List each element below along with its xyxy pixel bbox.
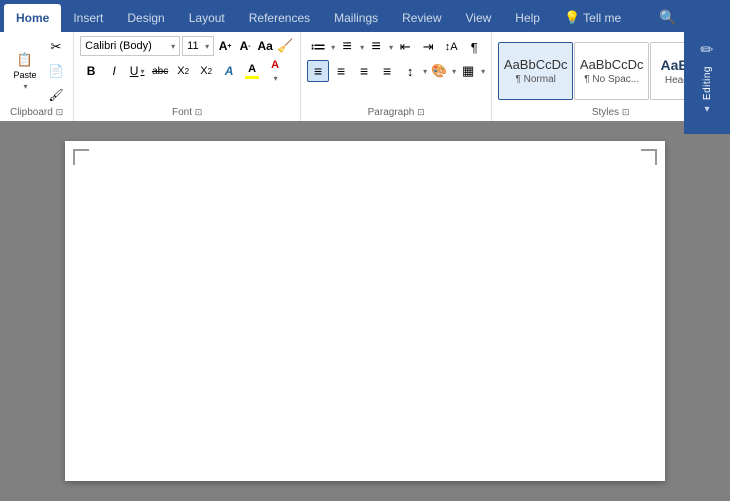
editing-mode-chevron-icon[interactable]: ▾ <box>704 104 709 115</box>
tab-insert[interactable]: Insert <box>61 4 115 32</box>
paragraph-group-label: Paragraph ⊡ <box>307 106 485 119</box>
font-name-dropdown-icon: ▾ <box>171 42 175 51</box>
justify-button[interactable]: ≡ <box>376 60 398 82</box>
tab-bar: Home Insert Design Layout References Mai… <box>0 0 730 32</box>
tab-layout[interactable]: Layout <box>177 4 237 32</box>
show-hide-button[interactable]: ¶ <box>463 36 485 58</box>
font-expand-icon[interactable]: ⊡ <box>195 107 203 117</box>
italic-button[interactable]: I <box>103 60 125 82</box>
numbering-dropdown-icon: ▾ <box>360 43 364 52</box>
style-no-spacing[interactable]: AaBbCcDc ¶ No Spac... <box>574 42 649 100</box>
search-button[interactable]: 🔍 <box>654 3 682 31</box>
document-area <box>0 121 730 501</box>
font-color-button[interactable]: A ▾ <box>264 60 286 82</box>
page-corner-top-right <box>641 149 657 165</box>
decrease-indent-button[interactable]: ⇤ <box>394 36 416 58</box>
editing-mode-panel: ✏ Editing ▾ <box>684 32 730 134</box>
tab-mailings[interactable]: Mailings <box>322 4 390 32</box>
tab-references[interactable]: References <box>237 4 322 32</box>
align-right-button[interactable]: ≡ <box>353 60 375 82</box>
clear-formatting-button[interactable]: 🧹 <box>276 36 294 56</box>
text-effects-button[interactable]: A <box>218 60 240 82</box>
strikethrough-button[interactable]: abc <box>149 60 171 82</box>
tab-help[interactable]: Help <box>503 4 552 32</box>
align-center-button[interactable]: ≡ <box>330 60 352 82</box>
decrease-font-size-button[interactable]: A- <box>236 36 254 56</box>
paste-icon: 📋 <box>17 52 33 68</box>
editing-mode-label: Editing <box>702 66 713 100</box>
bold-button[interactable]: B <box>80 60 102 82</box>
font-group-label: Font ⊡ <box>80 106 294 119</box>
increase-indent-button[interactable]: ⇥ <box>417 36 439 58</box>
underline-button[interactable]: U ▾ <box>126 60 148 82</box>
tab-home[interactable]: Home <box>4 4 61 32</box>
paragraph-expand-icon[interactable]: ⊡ <box>417 107 425 117</box>
line-spacing-dropdown-icon: ▾ <box>423 67 427 76</box>
align-left-button[interactable]: ≡ <box>307 60 329 82</box>
change-case-button[interactable]: Aa <box>256 36 274 56</box>
highlight-color-bar <box>245 76 259 79</box>
superscript-button[interactable]: X2 <box>195 60 217 82</box>
borders-dropdown-icon: ▾ <box>481 67 485 76</box>
shading-button[interactable]: 🎨 <box>428 60 450 82</box>
clipboard-group: 📋 Paste ▾ ✂ 📄 🖌 Clipboard ⊡ <box>0 32 74 121</box>
bullets-button[interactable]: ≔ <box>307 36 329 58</box>
paste-button[interactable]: 📋 Paste ▾ <box>6 50 44 92</box>
highlight-color-button[interactable]: A <box>241 60 263 82</box>
style-normal[interactable]: AaBbCcDc ¶ Normal <box>498 42 573 100</box>
bullets-dropdown-icon: ▾ <box>331 43 335 52</box>
editing-icon: ✏ <box>700 40 713 60</box>
document-page[interactable] <box>65 141 665 481</box>
font-name-selector[interactable]: Calibri (Body) ▾ <box>80 36 180 56</box>
copy-button[interactable]: 📄 <box>45 60 67 82</box>
tab-tell-me[interactable]: 💡 Tell me <box>552 4 633 32</box>
search-icon: 🔍 <box>659 9 676 26</box>
clipboard-expand-icon[interactable]: ⊡ <box>56 107 64 117</box>
increase-font-size-button[interactable]: A+ <box>216 36 234 56</box>
borders-button[interactable]: ▦ <box>457 60 479 82</box>
font-size-dropdown-icon: ▾ <box>205 42 209 51</box>
paste-dropdown-icon: ▾ <box>23 82 27 91</box>
line-spacing-button[interactable]: ↕ <box>399 60 421 82</box>
paragraph-group: ≔ ▾ ≡ ▾ ≡ ▾ ⇤ ⇥ ↕A ¶ ≡ ≡ <box>301 32 492 121</box>
font-group: Calibri (Body) ▾ 11 ▾ A+ A- Aa 🧹 <box>74 32 301 121</box>
clipboard-label: Clipboard ⊡ <box>6 106 67 119</box>
sort-button[interactable]: ↕A <box>440 36 462 58</box>
tab-review[interactable]: Review <box>390 4 453 32</box>
styles-gallery: AaBbCcDc ¶ Normal AaBbCcDc ¶ No Spac... … <box>498 42 701 100</box>
styles-expand-icon[interactable]: ⊡ <box>622 107 630 117</box>
underline-dropdown-icon: ▾ <box>140 67 144 76</box>
shading-dropdown-icon: ▾ <box>452 67 456 76</box>
multilevel-list-dropdown-icon: ▾ <box>389 43 393 52</box>
tab-design[interactable]: Design <box>115 4 176 32</box>
lightbulb-icon: 💡 <box>564 10 580 26</box>
font-size-selector[interactable]: 11 ▾ <box>182 36 214 56</box>
subscript-button[interactable]: X2 <box>172 60 194 82</box>
cut-button[interactable]: ✂ <box>45 36 67 58</box>
format-painter-button[interactable]: 🖌 <box>45 84 67 106</box>
page-corner-top-left <box>73 149 89 165</box>
multilevel-list-button[interactable]: ≡ <box>365 36 387 58</box>
tab-view[interactable]: View <box>454 4 504 32</box>
font-color-dropdown-icon: ▾ <box>274 74 278 83</box>
numbering-button[interactable]: ≡ <box>336 36 358 58</box>
